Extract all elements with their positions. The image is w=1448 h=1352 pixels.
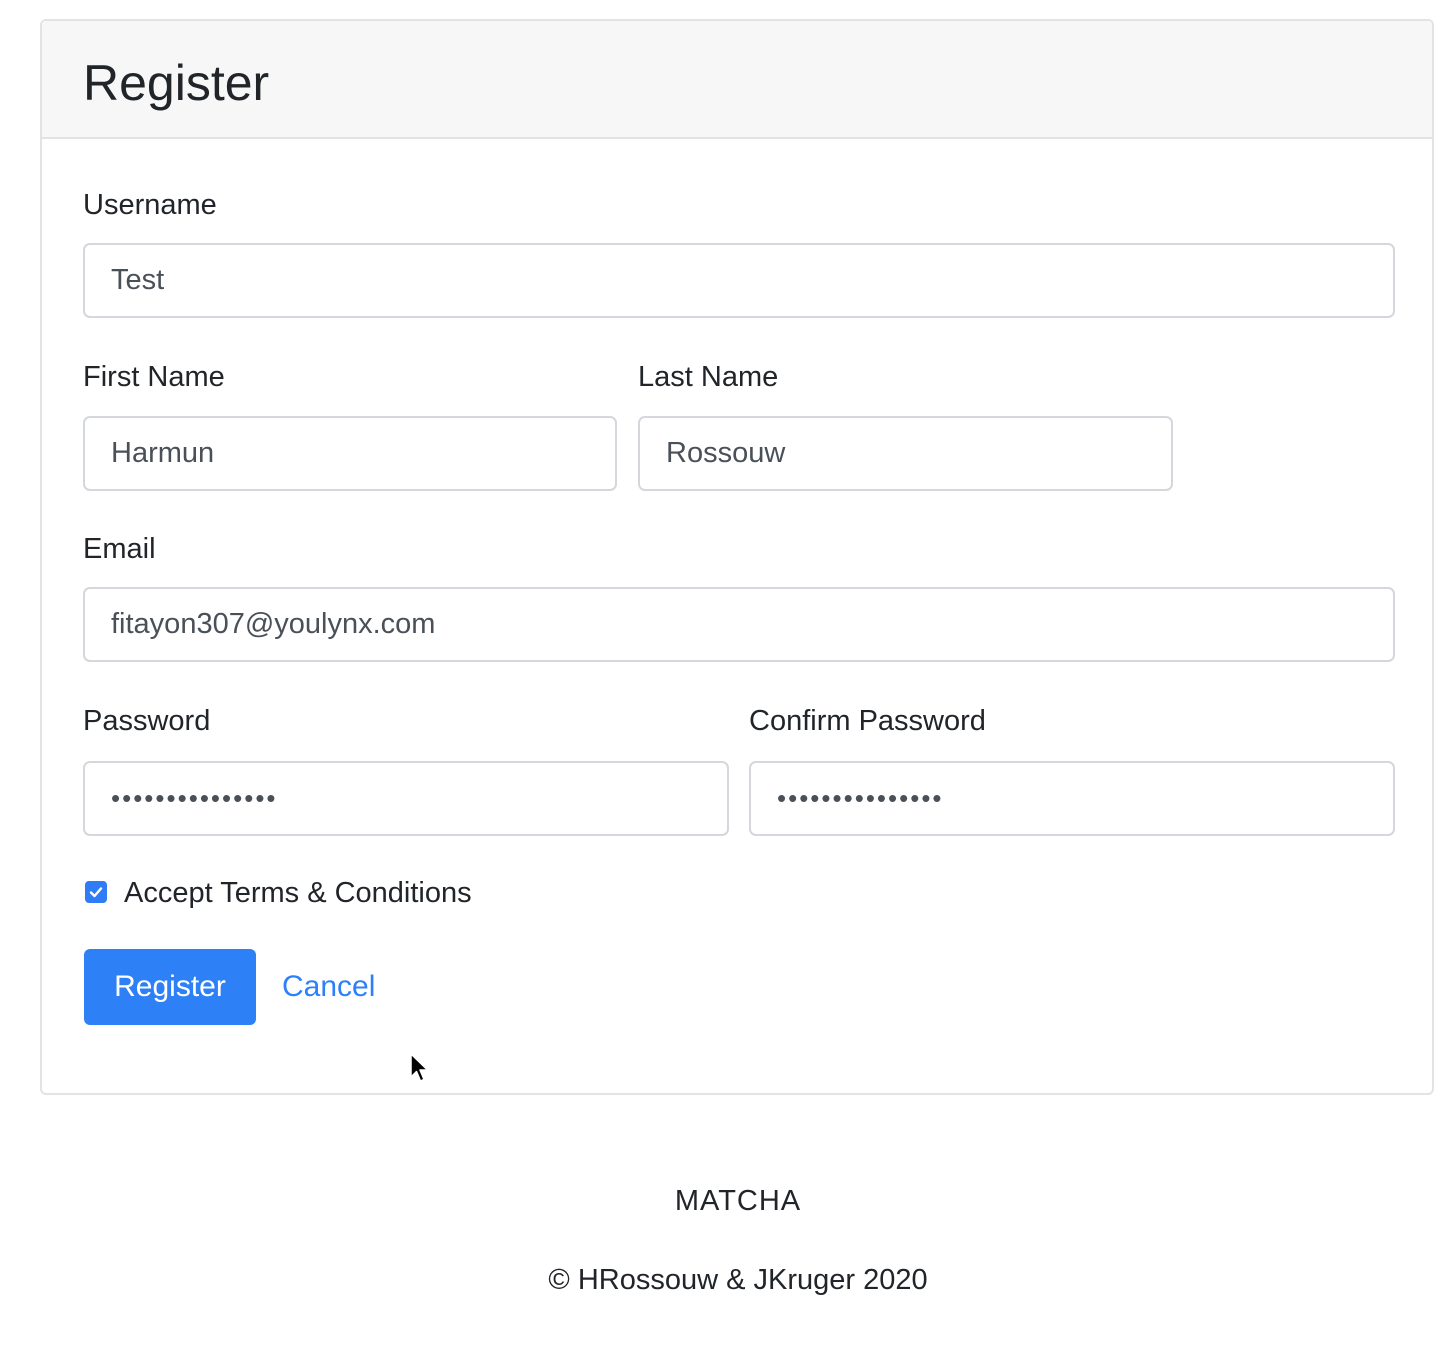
terms-label[interactable]: Accept Terms & Conditions — [124, 875, 472, 911]
register-button[interactable]: Register — [84, 949, 256, 1025]
cancel-link[interactable]: Cancel — [282, 949, 375, 1025]
register-card: Register Username First Name Last Name E… — [40, 19, 1434, 1095]
confirm-password-label: Confirm Password — [749, 705, 986, 737]
confirm-password-input[interactable] — [749, 761, 1395, 836]
terms-checkbox[interactable] — [85, 881, 107, 903]
username-input[interactable] — [83, 243, 1395, 318]
first-name-label: First Name — [83, 361, 225, 393]
card-header: Register — [42, 21, 1432, 139]
last-name-input[interactable] — [638, 416, 1173, 491]
email-label: Email — [83, 533, 156, 565]
last-name-label: Last Name — [638, 361, 779, 393]
page-title: Register — [83, 55, 270, 111]
password-input[interactable] — [83, 761, 729, 836]
username-label: Username — [83, 189, 217, 221]
footer-brand: MATCHA — [674, 1185, 802, 1217]
footer-copyright: © HRossouw & JKruger 2020 — [548, 1264, 928, 1296]
password-label: Password — [83, 705, 211, 737]
checkmark-icon — [89, 887, 103, 898]
mouse-cursor-icon — [410, 1053, 429, 1082]
first-name-input[interactable] — [83, 416, 617, 491]
email-input[interactable] — [83, 587, 1395, 662]
